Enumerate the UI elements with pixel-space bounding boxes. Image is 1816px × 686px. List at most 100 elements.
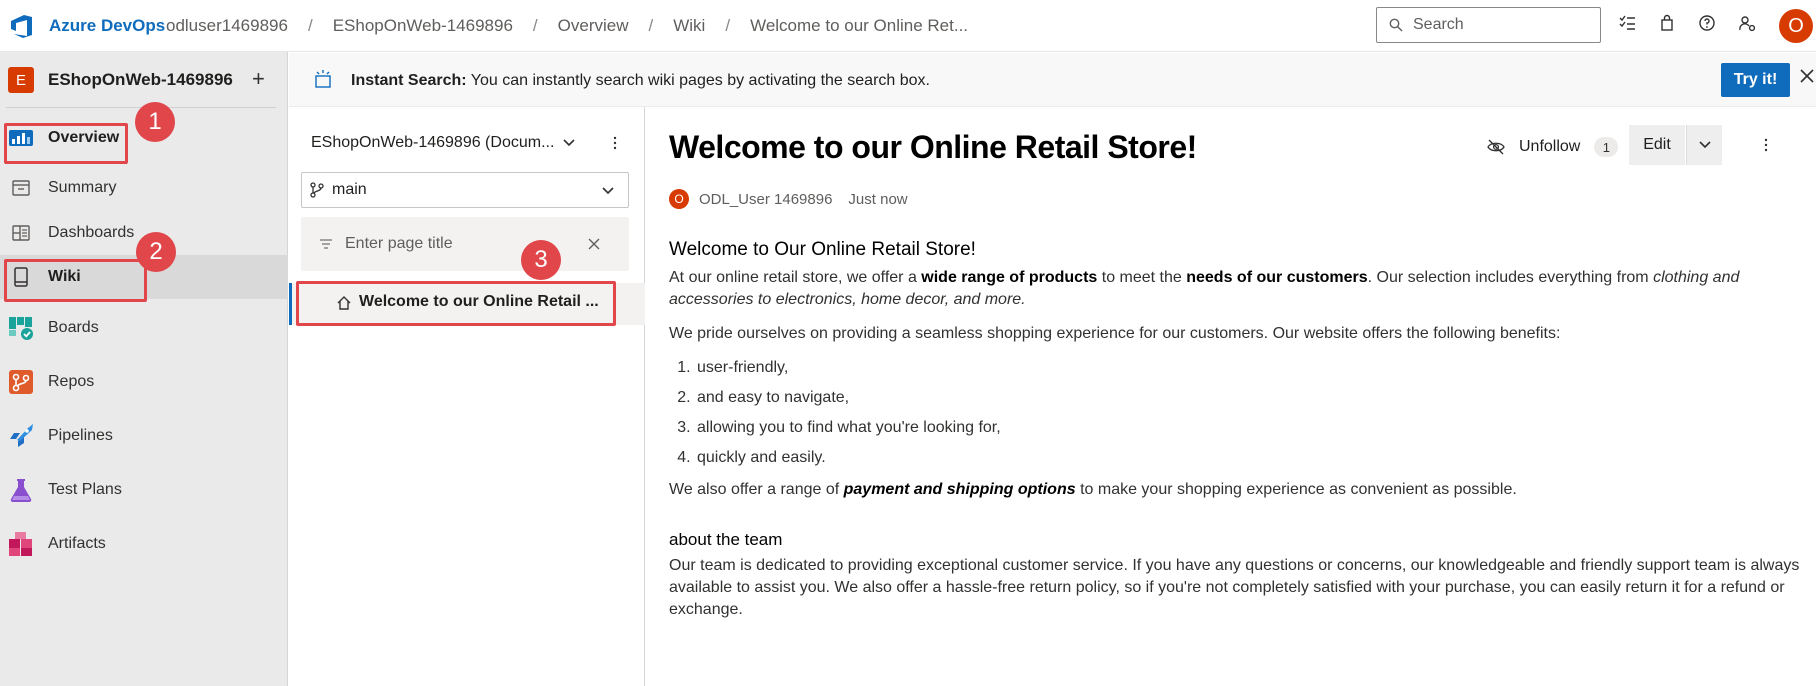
filter-icon xyxy=(320,239,332,249)
sidebar-item-label: Repos xyxy=(48,373,95,390)
sidebar-item-label: Test Plans xyxy=(48,481,122,498)
user-avatar[interactable]: O xyxy=(1779,9,1813,43)
sidebar-item-boards[interactable]: Boards xyxy=(0,306,288,350)
clear-filter-icon[interactable] xyxy=(587,237,601,251)
annotation-marker: 3 xyxy=(521,240,561,280)
bold-italic-text: payment and shipping options xyxy=(843,481,1076,498)
breadcrumb: odluser1469896 / EShopOnWeb-1469896 / Ov… xyxy=(166,16,968,36)
text: We also offer a range of xyxy=(669,481,844,498)
breadcrumb-separator: / xyxy=(532,16,538,35)
page-body: Welcome to Our Online Retail Store! At o… xyxy=(669,239,1809,633)
sidebar-item-label: Boards xyxy=(48,319,99,336)
azure-devops-logo-icon[interactable] xyxy=(8,12,36,40)
avatar: O xyxy=(669,189,689,209)
bold-text: needs of our customers xyxy=(1186,269,1368,286)
sidebar-item-label: Pipelines xyxy=(48,427,113,444)
page-filter-input[interactable]: Enter page title xyxy=(301,217,629,271)
search-box[interactable]: Search xyxy=(1376,7,1601,43)
sidebar-item-test-plans[interactable]: Test Plans xyxy=(0,468,288,512)
list-item: user-friendly, xyxy=(695,357,1809,379)
try-it-button[interactable]: Try it! xyxy=(1721,63,1790,97)
new-item-button[interactable]: + xyxy=(252,66,265,92)
list-item: and easy to navigate, xyxy=(695,387,1809,409)
wiki-page-title: Welcome to our Online Retail ... xyxy=(359,293,599,310)
repos-icon xyxy=(9,370,33,394)
page-author: O ODL_User 1469896 Just now xyxy=(669,189,908,209)
brand-link[interactable]: Azure DevOps xyxy=(49,16,165,36)
boards-icon xyxy=(9,317,33,340)
timestamp: Just now xyxy=(848,190,908,208)
branch-name: main xyxy=(332,181,367,198)
paragraph: We also offer a range of payment and shi… xyxy=(669,479,1809,501)
author-name[interactable]: ODL_User 1469896 xyxy=(699,191,832,208)
edit-button[interactable]: Edit xyxy=(1629,125,1685,165)
sidebar-item-artifacts[interactable]: Artifacts xyxy=(0,522,288,566)
wiki-tree-pane: EShopOnWeb-1469896 (Docum... main Enter … xyxy=(289,107,645,686)
sidebar-item-label: Summary xyxy=(48,179,117,196)
top-bar: Azure DevOps odluser1469896 / EShopOnWeb… xyxy=(0,0,1816,52)
sidebar-item-label: Artifacts xyxy=(48,535,106,552)
sidebar-item-label: Wiki xyxy=(48,268,81,285)
branch-icon xyxy=(310,182,324,198)
unfollow-icon xyxy=(1487,139,1505,155)
test-plans-icon xyxy=(10,479,32,503)
chevron-down-icon xyxy=(602,187,614,195)
breadcrumb-org[interactable]: odluser1469896 xyxy=(166,16,288,36)
page-title: Welcome to our Online Retail Store! xyxy=(669,129,1197,165)
list-item: quickly and easily. xyxy=(695,447,1809,469)
task-list-icon[interactable] xyxy=(1618,14,1636,32)
wiki-selector[interactable]: EShopOnWeb-1469896 (Docum... xyxy=(311,134,554,152)
user-settings-icon[interactable] xyxy=(1738,14,1756,32)
instant-search-banner: Instant Search: You can instantly search… xyxy=(289,53,1816,107)
edit-options-button[interactable] xyxy=(1686,125,1722,165)
text: to meet the xyxy=(1097,269,1187,286)
more-options-icon[interactable] xyxy=(1758,137,1774,153)
chevron-down-icon[interactable] xyxy=(561,135,577,151)
breadcrumb-separator: / xyxy=(307,16,313,35)
text: to make your shopping experience as conv… xyxy=(1075,481,1517,498)
project-header[interactable]: E EShopOnWeb-1469896 xyxy=(8,67,233,93)
wiki-page-content: Welcome to our Online Retail Store! Unfo… xyxy=(645,107,1816,686)
more-options-icon[interactable] xyxy=(607,135,623,151)
paragraph: At our online retail store, we offer a w… xyxy=(669,267,1809,311)
branch-selector[interactable]: main xyxy=(301,172,629,208)
annotation-marker: 2 xyxy=(136,232,176,272)
sidebar-item-pipelines[interactable]: Pipelines xyxy=(0,414,288,458)
banner-bold: Instant Search: xyxy=(351,72,467,89)
close-icon[interactable] xyxy=(1799,68,1815,84)
section-heading: about the team xyxy=(669,530,783,549)
help-icon[interactable] xyxy=(1698,14,1716,32)
shopping-bag-icon[interactable] xyxy=(1658,14,1676,32)
text: At our online retail store, we offer a xyxy=(669,269,922,286)
chevron-down-icon xyxy=(1698,141,1711,149)
project-name: EShopOnWeb-1469896 xyxy=(48,70,233,89)
wiki-page-item[interactable]: Welcome to our Online Retail ... xyxy=(289,283,645,325)
left-navigation: E EShopOnWeb-1469896 + Overview Summary … xyxy=(0,52,288,686)
banner-message: You can instantly search wiki pages by a… xyxy=(466,72,930,89)
text: . Our selection includes everything from xyxy=(1367,269,1654,286)
breadcrumb-page[interactable]: Welcome to our Online Ret... xyxy=(750,16,968,36)
paragraph: We pride ourselves on providing a seamle… xyxy=(669,325,1561,342)
annotation-marker: 1 xyxy=(135,102,175,142)
follower-count-badge: 1 xyxy=(1594,137,1619,157)
top-icons xyxy=(1618,14,1756,32)
unfollow-label: Unfollow xyxy=(1519,138,1581,155)
summary-icon xyxy=(12,180,30,196)
sidebar-item-label: Dashboards xyxy=(48,224,135,241)
wiki-icon xyxy=(14,267,28,287)
home-icon xyxy=(337,296,351,310)
breadcrumb-overview[interactable]: Overview xyxy=(558,16,629,36)
overview-icon xyxy=(9,130,33,146)
breadcrumb-wiki[interactable]: Wiki xyxy=(673,16,705,36)
banner-text: Instant Search: You can instantly search… xyxy=(351,72,930,90)
search-tip-icon xyxy=(315,70,331,88)
breadcrumb-project[interactable]: EShopOnWeb-1469896 xyxy=(333,16,513,36)
filter-placeholder: Enter page title xyxy=(345,235,453,252)
search-placeholder: Search xyxy=(1413,16,1464,33)
sidebar-item-summary[interactable]: Summary xyxy=(0,166,288,210)
sidebar-item-repos[interactable]: Repos xyxy=(0,360,288,404)
paragraph: Our team is dedicated to providing excep… xyxy=(669,557,1800,618)
bold-text: wide range of products xyxy=(921,269,1098,286)
breadcrumb-separator: / xyxy=(725,16,731,35)
unfollow-button[interactable]: Unfollow 1 xyxy=(1487,137,1619,157)
